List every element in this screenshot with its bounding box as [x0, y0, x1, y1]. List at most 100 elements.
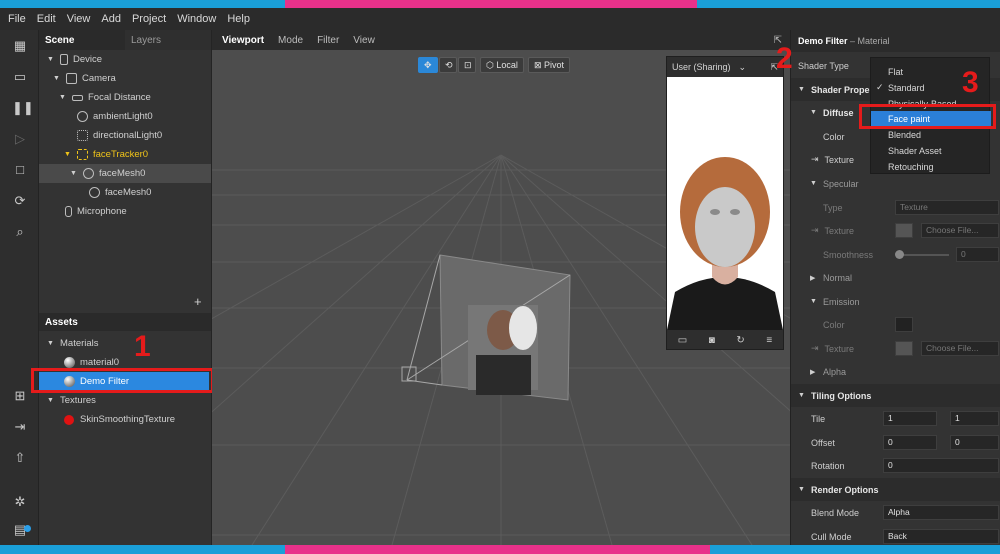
slider-handle[interactable]	[895, 250, 904, 259]
expand-icon[interactable]: ▼	[798, 86, 806, 93]
expand-icon[interactable]: ▼	[64, 151, 72, 158]
choose-file-button[interactable]: Choose File...	[921, 341, 999, 356]
tile-y-input[interactable]: 1	[950, 411, 999, 426]
camera-icon[interactable]: ◙	[709, 335, 715, 346]
tile-x-input[interactable]: 1	[883, 411, 937, 426]
video-icon[interactable]: ▭	[12, 69, 28, 85]
expand-icon[interactable]: ▼	[798, 486, 806, 493]
texture-swatch[interactable]	[895, 223, 913, 238]
expand-icon[interactable]: ▼	[47, 397, 55, 404]
tab-layers[interactable]: Layers	[125, 30, 211, 50]
rotation-input[interactable]: 0	[883, 458, 999, 473]
menu-icon[interactable]: ≡	[766, 335, 772, 346]
tree-item-label: Focal Distance	[88, 92, 151, 103]
tab-view[interactable]: View	[353, 35, 375, 46]
tree-item-ambient-light[interactable]: ambientLight0	[39, 107, 211, 126]
expand-icon[interactable]: ▼	[70, 170, 78, 177]
subsection-specular[interactable]: ▼ Specular	[791, 172, 1000, 195]
expand-icon[interactable]: ▶	[810, 274, 818, 282]
pivot-toggle[interactable]: ⊠ Pivot	[528, 57, 571, 73]
menu-item-blended[interactable]: Blended	[871, 127, 991, 143]
subsection-normal[interactable]: ▶ Normal	[791, 266, 1000, 289]
subsection-emission[interactable]: ▼ Emission	[791, 290, 1000, 313]
simulator-controls: ▭ ◙ ↻ ≡	[667, 330, 783, 350]
connect-icon[interactable]: ⇥	[811, 343, 819, 354]
menu-project[interactable]: Project	[132, 13, 166, 25]
menu-view[interactable]: View	[67, 13, 91, 25]
video-icon[interactable]: ▭	[678, 335, 687, 346]
tab-filter[interactable]: Filter	[317, 35, 339, 46]
smoothness-input[interactable]: 0	[956, 247, 999, 262]
search-icon[interactable]: ⌕	[12, 224, 28, 240]
tree-item-camera[interactable]: ▼ Camera	[39, 69, 211, 88]
tree-item-focal-distance[interactable]: ▼ Focal Distance	[39, 88, 211, 107]
offset-x-input[interactable]: 0	[883, 435, 937, 450]
pause-icon[interactable]: ❚❚	[12, 100, 34, 116]
tab-mode[interactable]: Mode	[278, 35, 303, 46]
rotate-tool-button[interactable]: ⟲	[439, 57, 457, 73]
material-icon	[64, 357, 75, 368]
expand-icon[interactable]: ▼	[53, 75, 61, 82]
import-icon[interactable]: ⇥	[12, 419, 28, 435]
menu-edit[interactable]: Edit	[37, 13, 56, 25]
refresh-icon[interactable]: ⟳	[12, 193, 28, 209]
scale-tool-button[interactable]: ⊡	[458, 57, 476, 73]
expand-icon[interactable]: ▼	[810, 298, 818, 305]
menu-add[interactable]: Add	[101, 13, 121, 25]
tree-item-face-mesh[interactable]: ▼ faceMesh0	[39, 164, 211, 183]
layout-icon[interactable]: ▦	[12, 38, 28, 54]
rotate-icon[interactable]: ↻	[736, 335, 744, 346]
cull-mode-select[interactable]: Back	[883, 529, 999, 544]
asset-item-texture[interactable]: SkinSmoothingTexture	[39, 410, 211, 429]
simulator-header: User (Sharing) ⌄ ⇱	[667, 57, 783, 77]
tab-scene[interactable]: Scene	[39, 30, 125, 50]
tree-item-directional-light[interactable]: directionalLight0	[39, 126, 211, 145]
chevron-down-icon[interactable]: ⌄	[739, 62, 747, 73]
subsection-alpha[interactable]: ▶ Alpha	[791, 360, 1000, 383]
smoothness-slider[interactable]	[897, 254, 949, 256]
asset-group-materials[interactable]: ▼ Materials	[39, 334, 211, 353]
tree-item-label: faceMesh0	[105, 187, 152, 198]
menu-item-retouching[interactable]: Retouching	[871, 159, 991, 175]
expand-icon[interactable]: ▼	[59, 94, 67, 101]
menu-item-shader-asset[interactable]: Shader Asset	[871, 143, 991, 159]
device-icon	[60, 54, 68, 65]
menu-window[interactable]: Window	[177, 13, 216, 25]
move-tool-button[interactable]: ✥	[418, 57, 438, 73]
expand-icon[interactable]: ▼	[47, 340, 55, 347]
tree-item-microphone[interactable]: Microphone	[39, 202, 211, 221]
emission-color-swatch[interactable]	[895, 317, 913, 332]
add-object-button[interactable]: +	[194, 294, 202, 309]
texture-swatch[interactable]	[895, 341, 913, 356]
connect-icon[interactable]: ⇥	[811, 154, 819, 165]
microphone-icon	[65, 206, 72, 217]
menu-file[interactable]: File	[8, 13, 26, 25]
menu-help[interactable]: Help	[227, 13, 250, 25]
tree-item-face-tracker[interactable]: ▼ faceTracker0	[39, 145, 211, 164]
expand-icon[interactable]: ▶	[810, 368, 818, 376]
asset-group-textures[interactable]: ▼ Textures	[39, 391, 211, 410]
blend-mode-select[interactable]: Alpha	[883, 505, 999, 520]
connect-icon[interactable]: ⇥	[811, 225, 819, 236]
field-label: Texture	[824, 225, 855, 236]
stop-icon[interactable]: □	[12, 162, 28, 178]
choose-file-button[interactable]: Choose File...	[921, 223, 999, 238]
expand-icon[interactable]: ▼	[47, 56, 55, 63]
tab-viewport[interactable]: Viewport	[222, 35, 264, 46]
local-toggle[interactable]: ⬡ Local	[480, 57, 524, 73]
inspector-title: Demo Filter – Material	[791, 30, 1000, 52]
bug-icon[interactable]: ✲	[12, 494, 28, 510]
expand-icon[interactable]: ▼	[798, 392, 806, 399]
device-select[interactable]: User (Sharing)	[672, 62, 731, 72]
specular-type-select[interactable]: Texture	[895, 200, 999, 215]
tree-item-device[interactable]: ▼ Device	[39, 50, 211, 69]
offset-y-input[interactable]: 0	[950, 435, 999, 450]
tree-item-face-mesh-child[interactable]: faceMesh0	[39, 183, 211, 202]
export-icon[interactable]: ⇧	[12, 450, 28, 466]
expand-icon[interactable]: ▼	[810, 109, 818, 116]
section-render-options[interactable]: ▼ Render Options	[791, 478, 1000, 501]
section-tiling-options[interactable]: ▼ Tiling Options	[791, 384, 1000, 407]
add-folder-icon[interactable]: ⊞	[12, 388, 28, 404]
step-icon[interactable]: ▷	[12, 131, 28, 147]
expand-icon[interactable]: ▼	[810, 180, 818, 187]
